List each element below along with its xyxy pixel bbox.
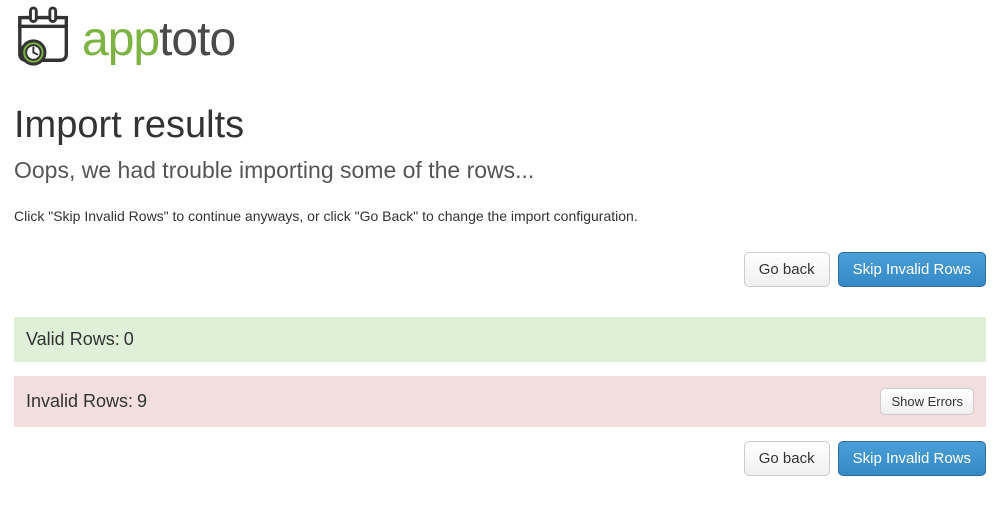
logo-text-app: app xyxy=(82,13,159,66)
calendar-clock-icon xyxy=(14,6,76,68)
bottom-button-row: Go back Skip Invalid Rows xyxy=(14,441,986,476)
logo-text: apptoto xyxy=(82,16,235,68)
page-title: Import results xyxy=(14,105,986,147)
top-button-row: Go back Skip Invalid Rows xyxy=(14,252,986,287)
valid-rows-bar: Valid Rows: 0 xyxy=(14,317,986,362)
go-back-button-bottom[interactable]: Go back xyxy=(744,441,830,476)
invalid-rows-count: 9 xyxy=(137,391,147,412)
results-section: Valid Rows: 0 Invalid Rows: 9 Show Error… xyxy=(14,317,986,427)
logo-container: apptoto xyxy=(14,0,986,77)
logo-text-toto: toto xyxy=(159,13,235,66)
instructions-text: Click "Skip Invalid Rows" to continue an… xyxy=(14,208,986,224)
go-back-button[interactable]: Go back xyxy=(744,252,830,287)
invalid-rows-label: Invalid Rows: xyxy=(26,391,133,412)
valid-rows-label-group: Valid Rows: 0 xyxy=(26,329,134,350)
skip-invalid-rows-button[interactable]: Skip Invalid Rows xyxy=(838,252,986,287)
valid-rows-count: 0 xyxy=(124,329,134,350)
invalid-rows-label-group: Invalid Rows: 9 xyxy=(26,391,147,412)
page-subtitle: Oops, we had trouble importing some of t… xyxy=(14,157,986,184)
show-errors-button[interactable]: Show Errors xyxy=(880,388,974,415)
invalid-rows-bar: Invalid Rows: 9 Show Errors xyxy=(14,376,986,427)
skip-invalid-rows-button-bottom[interactable]: Skip Invalid Rows xyxy=(838,441,986,476)
valid-rows-label: Valid Rows: xyxy=(26,329,120,350)
apptoto-logo: apptoto xyxy=(14,6,235,68)
